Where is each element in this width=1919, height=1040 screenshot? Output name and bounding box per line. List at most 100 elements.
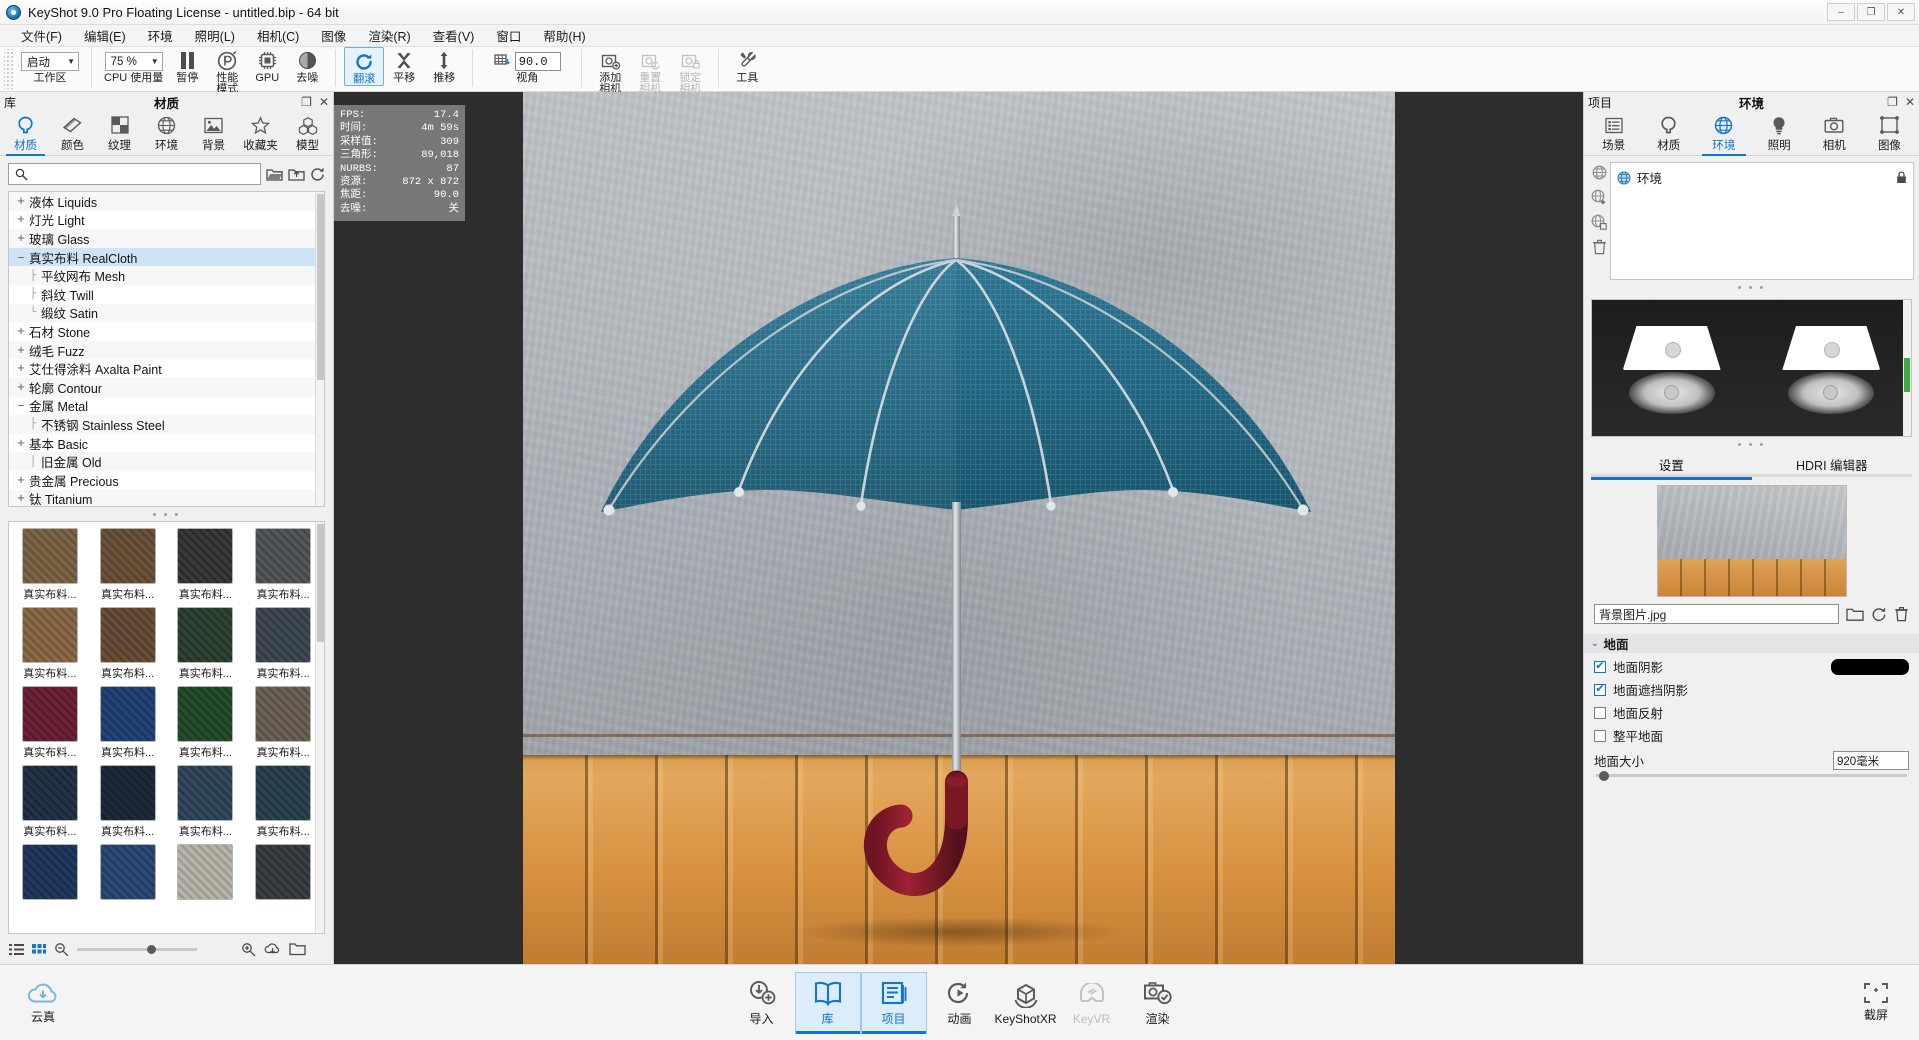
tab-material[interactable]: 材质	[1641, 114, 1696, 155]
tab-models[interactable]: 模型	[284, 114, 331, 155]
tree-node-stone[interactable]: + 石材 Stone	[9, 322, 324, 341]
lock-camera-button[interactable]: 锁定 相机	[670, 47, 710, 94]
search-box[interactable]	[8, 163, 261, 185]
grid-scrollbar-thumb[interactable]	[317, 524, 324, 642]
material-swatch-item[interactable]: 真实布料...	[89, 524, 167, 603]
expander[interactable]: +	[13, 343, 29, 358]
grid-view-icon[interactable]	[32, 943, 46, 956]
undock-icon[interactable]: ❐	[301, 96, 312, 108]
fov-input[interactable]: 90.0	[514, 52, 561, 71]
tree-node-contour[interactable]: + 轮廓 Contour	[9, 377, 324, 397]
tree-node-twill[interactable]: ├ 斜纹 Twill	[9, 285, 324, 304]
pause-button[interactable]: 暂停	[167, 47, 207, 84]
menu-window[interactable]: 窗口	[485, 24, 532, 47]
tools-button[interactable]: 工具	[727, 47, 767, 84]
workspace-combo[interactable]: 启动 ▼	[21, 52, 79, 71]
render-canvas[interactable]	[522, 92, 1395, 964]
ground-size-input[interactable]: 920毫米	[1833, 751, 1909, 770]
tab-image[interactable]: 图像	[1862, 114, 1917, 155]
add-camera-button[interactable]: 添加 相机	[590, 47, 630, 94]
performance-mode-button[interactable]: 性能 模式	[207, 47, 247, 94]
tree-node-realcloth[interactable]: – 真实布料 RealCloth	[9, 247, 324, 267]
tab-materials[interactable]: 材质	[2, 114, 49, 156]
menu-render[interactable]: 渲染(R)	[357, 24, 421, 47]
expander[interactable]: +	[13, 212, 29, 227]
ground-reflection-row[interactable]: 地面反射	[1584, 699, 1919, 722]
ground-shadow-checkbox[interactable]	[1594, 660, 1606, 673]
render-viewport[interactable]	[334, 92, 1583, 964]
env-copy-icon[interactable]	[1591, 214, 1607, 230]
material-swatch-item[interactable]	[167, 840, 245, 903]
tree-node-fuzz[interactable]: + 绒毛 Fuzz	[9, 340, 324, 360]
material-swatch-item[interactable]	[89, 840, 167, 903]
minimize-button[interactable]: –	[1827, 3, 1855, 21]
reset-camera-button[interactable]: 重置 相机	[630, 47, 670, 94]
tree-node-metal[interactable]: – 金属 Metal	[9, 397, 324, 416]
expander[interactable]: +	[13, 231, 29, 246]
trash-icon[interactable]	[1894, 606, 1909, 622]
lock-icon[interactable]	[1896, 171, 1907, 184]
tree-node-liquids[interactable]: + 液体 Liquids	[9, 192, 324, 211]
tree-node-old-metal[interactable]: │ 旧金属 Old	[9, 452, 324, 471]
hdri-preview-strip[interactable]	[1591, 299, 1912, 437]
expander[interactable]: +	[13, 436, 29, 451]
ground-section-header[interactable]: ⌄ 地面	[1584, 634, 1919, 653]
slider-knob[interactable]	[146, 944, 156, 954]
material-swatch-item[interactable]	[11, 840, 89, 903]
material-swatch-grid[interactable]: 真实布料... 真实布料... 真实布料... 真实布料... 真实布料... …	[8, 521, 325, 934]
cpu-usage-selector[interactable]: 75 % ▼ CPU 使用量	[100, 47, 167, 84]
close-button[interactable]: ✕	[1887, 3, 1915, 21]
zoom-in-icon[interactable]	[241, 942, 256, 956]
tree-node-precious[interactable]: + 贵金属 Precious	[9, 471, 324, 490]
tree-node-basic[interactable]: + 基本 Basic	[9, 434, 324, 453]
menu-view[interactable]: 查看(V)	[422, 24, 486, 47]
chevron-down-icon[interactable]: ⌄	[1591, 638, 1599, 649]
tab-backgrounds[interactable]: 背景	[190, 114, 237, 155]
background-preview-thumbnail[interactable]	[1656, 485, 1847, 597]
grid-scrollbar[interactable]	[315, 522, 324, 933]
environment-list[interactable]: 环境	[1610, 162, 1914, 280]
folder-icon[interactable]	[289, 942, 306, 956]
workspace-selector[interactable]: 启动 ▼ 工作区	[17, 47, 83, 84]
library-splitter-grip[interactable]: • • •	[0, 507, 333, 521]
dock-animation[interactable]: 动画	[927, 972, 993, 1034]
expander[interactable]: +	[13, 324, 29, 339]
dock-import[interactable]: 导入	[729, 972, 795, 1034]
fullscreen-button[interactable]: 截屏	[1863, 982, 1889, 1023]
material-swatch-item[interactable]: 真实布料...	[244, 682, 322, 761]
tree-scrollbar[interactable]	[315, 192, 324, 506]
tree-node-glass[interactable]: + 玻璃 Glass	[9, 229, 324, 248]
env-add-icon[interactable]	[1591, 189, 1607, 205]
env-globe-icon[interactable]	[1592, 165, 1607, 180]
tree-scrollbar-thumb[interactable]	[317, 194, 324, 380]
material-swatch-item[interactable]: 真实布料...	[11, 603, 89, 682]
rotate-tool-button[interactable]: 翻滚	[344, 47, 385, 86]
ground-shadow-row[interactable]: 地面阴影	[1584, 653, 1919, 676]
expander[interactable]: +	[13, 491, 29, 506]
tab-textures[interactable]: 纹理	[96, 114, 143, 155]
folder-import-icon[interactable]	[266, 167, 283, 182]
tree-node-axalta-paint[interactable]: + 艾仕得涂料 Axalta Paint	[9, 359, 324, 378]
material-swatch-item[interactable]: 真实布料...	[89, 682, 167, 761]
material-swatch-item[interactable]	[244, 840, 322, 903]
close-icon[interactable]: ✕	[1905, 96, 1915, 108]
project-splitter-grip[interactable]: • • •	[1584, 280, 1919, 294]
material-swatch-item[interactable]: 真实布料...	[167, 524, 245, 603]
tab-environment[interactable]: 环境	[1696, 114, 1751, 156]
refresh-icon[interactable]	[1871, 607, 1887, 622]
dock-library[interactable]: 库	[794, 971, 861, 1034]
tree-node-stainless-steel[interactable]: ├ 不锈钢 Stainless Steel	[9, 415, 324, 434]
sub-tab-hdri-editor[interactable]: HDRI 编辑器	[1752, 455, 1913, 477]
folder-open-icon[interactable]	[1846, 607, 1864, 622]
menu-camera[interactable]: 相机(C)	[246, 24, 310, 47]
tree-node-satin[interactable]: └ 缎纹 Satin	[9, 303, 324, 323]
dock-keyvr[interactable]: KeyVR	[1059, 972, 1125, 1034]
tree-node-titanium[interactable]: + 钛 Titanium	[9, 489, 324, 506]
cloud-library-button[interactable]: 云真	[26, 981, 60, 1025]
toolbar-grip[interactable]	[4, 49, 13, 89]
slider-knob[interactable]	[1599, 770, 1610, 781]
tab-favorites[interactable]: 收藏夹	[237, 114, 284, 155]
menu-image[interactable]: 图像	[310, 24, 357, 47]
cloud-download-icon[interactable]	[264, 942, 281, 956]
zoom-out-icon[interactable]	[54, 942, 69, 956]
